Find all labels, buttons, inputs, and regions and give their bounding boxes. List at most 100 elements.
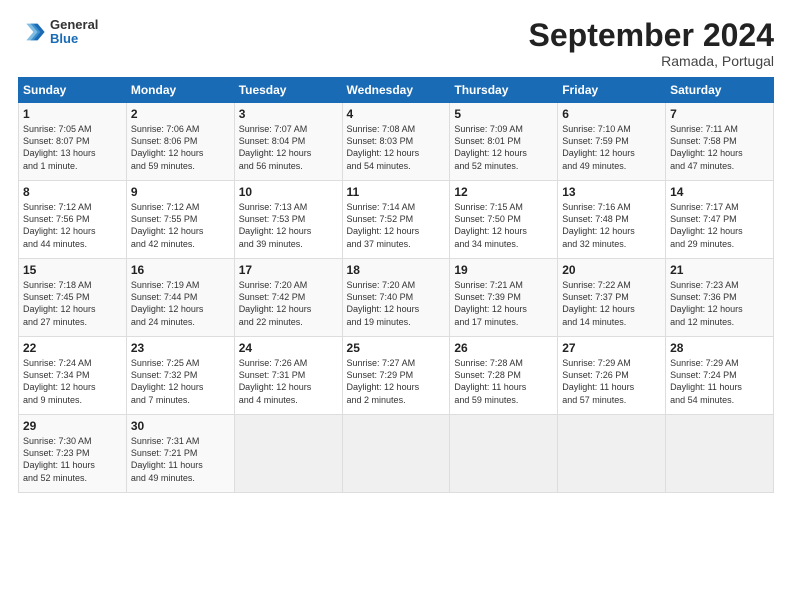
col-wednesday: Wednesday <box>342 78 450 103</box>
calendar-cell: 6 Sunrise: 7:10 AM Sunset: 7:59 PM Daylig… <box>558 103 666 181</box>
day-number: 5 <box>454 107 553 121</box>
day-number: 3 <box>239 107 338 121</box>
col-monday: Monday <box>126 78 234 103</box>
calendar-cell: 29 Sunrise: 7:30 AM Sunset: 7:23 PM Dayli… <box>19 415 127 493</box>
day-number: 2 <box>131 107 230 121</box>
calendar-cell: 21 Sunrise: 7:23 AM Sunset: 7:36 PM Dayli… <box>666 259 774 337</box>
calendar-cell: 30Sunrise: 7:31 AM Sunset: 7:21 PM Dayli… <box>126 415 234 493</box>
calendar-cell: 22Sunrise: 7:24 AM Sunset: 7:34 PM Dayli… <box>19 337 127 415</box>
calendar-cell: 27 Sunrise: 7:29 AM Sunset: 7:26 PM Dayli… <box>558 337 666 415</box>
month-title: September 2024 <box>529 18 774 53</box>
calendar-cell: 16Sunrise: 7:19 AM Sunset: 7:44 PM Dayli… <box>126 259 234 337</box>
col-friday: Friday <box>558 78 666 103</box>
day-number: 23 <box>131 341 230 355</box>
day-number: 24 <box>239 341 338 355</box>
col-tuesday: Tuesday <box>234 78 342 103</box>
calendar-cell: 13 Sunrise: 7:16 AM Sunset: 7:48 PM Dayli… <box>558 181 666 259</box>
day-info: Sunrise: 7:18 AM Sunset: 7:45 PM Dayligh… <box>23 279 122 328</box>
day-info: Sunrise: 7:06 AM Sunset: 8:06 PM Dayligh… <box>131 123 230 172</box>
calendar-cell: 17 Sunrise: 7:20 AM Sunset: 7:42 PM Dayli… <box>234 259 342 337</box>
calendar-cell: 7Sunrise: 7:11 AM Sunset: 7:58 PM Daylig… <box>666 103 774 181</box>
title-section: September 2024 Ramada, Portugal <box>529 18 774 69</box>
calendar-cell: 4 Sunrise: 7:08 AM Sunset: 8:03 PM Daylig… <box>342 103 450 181</box>
day-info: Sunrise: 7:27 AM Sunset: 7:29 PM Dayligh… <box>347 357 446 406</box>
day-info: Sunrise: 7:07 AM Sunset: 8:04 PM Dayligh… <box>239 123 338 172</box>
header-row: Sunday Monday Tuesday Wednesday Thursday… <box>19 78 774 103</box>
day-number: 29 <box>23 419 122 433</box>
day-number: 13 <box>562 185 661 199</box>
day-info: Sunrise: 7:14 AM Sunset: 7:52 PM Dayligh… <box>347 201 446 250</box>
calendar-cell: 19 Sunrise: 7:21 AM Sunset: 7:39 PM Dayli… <box>450 259 558 337</box>
calendar-week-row-3: 15 Sunrise: 7:18 AM Sunset: 7:45 PM Dayli… <box>19 259 774 337</box>
calendar-cell <box>666 415 774 493</box>
col-saturday: Saturday <box>666 78 774 103</box>
calendar-cell: 14 Sunrise: 7:17 AM Sunset: 7:47 PM Dayli… <box>666 181 774 259</box>
day-info: Sunrise: 7:08 AM Sunset: 8:03 PM Dayligh… <box>347 123 446 172</box>
day-number: 30 <box>131 419 230 433</box>
day-info: Sunrise: 7:16 AM Sunset: 7:48 PM Dayligh… <box>562 201 661 250</box>
day-info: Sunrise: 7:29 AM Sunset: 7:26 PM Dayligh… <box>562 357 661 406</box>
day-info: Sunrise: 7:13 AM Sunset: 7:53 PM Dayligh… <box>239 201 338 250</box>
calendar-cell: 10 Sunrise: 7:13 AM Sunset: 7:53 PM Dayli… <box>234 181 342 259</box>
day-number: 20 <box>562 263 661 277</box>
calendar-cell <box>234 415 342 493</box>
day-info: Sunrise: 7:21 AM Sunset: 7:39 PM Dayligh… <box>454 279 553 328</box>
day-info: Sunrise: 7:26 AM Sunset: 7:31 PM Dayligh… <box>239 357 338 406</box>
calendar-cell: 25Sunrise: 7:27 AM Sunset: 7:29 PM Dayli… <box>342 337 450 415</box>
calendar-cell: 26 Sunrise: 7:28 AM Sunset: 7:28 PM Dayli… <box>450 337 558 415</box>
day-info: Sunrise: 7:12 AM Sunset: 7:55 PM Dayligh… <box>131 201 230 250</box>
calendar-cell: 8Sunrise: 7:12 AM Sunset: 7:56 PM Daylig… <box>19 181 127 259</box>
calendar-cell: 1 Sunrise: 7:05 AM Sunset: 8:07 PM Daylig… <box>19 103 127 181</box>
day-info: Sunrise: 7:25 AM Sunset: 7:32 PM Dayligh… <box>131 357 230 406</box>
calendar-cell: 15 Sunrise: 7:18 AM Sunset: 7:45 PM Dayli… <box>19 259 127 337</box>
day-number: 11 <box>347 185 446 199</box>
day-number: 1 <box>23 107 122 121</box>
day-info: Sunrise: 7:10 AM Sunset: 7:59 PM Dayligh… <box>562 123 661 172</box>
calendar-cell: 11 Sunrise: 7:14 AM Sunset: 7:52 PM Dayli… <box>342 181 450 259</box>
day-info: Sunrise: 7:05 AM Sunset: 8:07 PM Dayligh… <box>23 123 122 172</box>
day-number: 15 <box>23 263 122 277</box>
day-info: Sunrise: 7:30 AM Sunset: 7:23 PM Dayligh… <box>23 435 122 484</box>
day-number: 17 <box>239 263 338 277</box>
day-number: 14 <box>670 185 769 199</box>
col-sunday: Sunday <box>19 78 127 103</box>
day-info: Sunrise: 7:28 AM Sunset: 7:28 PM Dayligh… <box>454 357 553 406</box>
calendar-table: Sunday Monday Tuesday Wednesday Thursday… <box>18 77 774 493</box>
day-info: Sunrise: 7:20 AM Sunset: 7:40 PM Dayligh… <box>347 279 446 328</box>
day-number: 22 <box>23 341 122 355</box>
day-info: Sunrise: 7:17 AM Sunset: 7:47 PM Dayligh… <box>670 201 769 250</box>
logo: General Blue <box>18 18 98 47</box>
day-number: 19 <box>454 263 553 277</box>
calendar-cell: 3 Sunrise: 7:07 AM Sunset: 8:04 PM Daylig… <box>234 103 342 181</box>
calendar-cell <box>558 415 666 493</box>
calendar-week-row-1: 1 Sunrise: 7:05 AM Sunset: 8:07 PM Daylig… <box>19 103 774 181</box>
day-info: Sunrise: 7:29 AM Sunset: 7:24 PM Dayligh… <box>670 357 769 406</box>
day-info: Sunrise: 7:23 AM Sunset: 7:36 PM Dayligh… <box>670 279 769 328</box>
calendar-cell: 18 Sunrise: 7:20 AM Sunset: 7:40 PM Dayli… <box>342 259 450 337</box>
day-info: Sunrise: 7:09 AM Sunset: 8:01 PM Dayligh… <box>454 123 553 172</box>
calendar-cell: 23 Sunrise: 7:25 AM Sunset: 7:32 PM Dayli… <box>126 337 234 415</box>
calendar-cell: 2 Sunrise: 7:06 AM Sunset: 8:06 PM Daylig… <box>126 103 234 181</box>
calendar-cell: 28Sunrise: 7:29 AM Sunset: 7:24 PM Dayli… <box>666 337 774 415</box>
col-thursday: Thursday <box>450 78 558 103</box>
logo-blue: Blue <box>50 32 98 46</box>
day-number: 21 <box>670 263 769 277</box>
day-info: Sunrise: 7:22 AM Sunset: 7:37 PM Dayligh… <box>562 279 661 328</box>
day-number: 18 <box>347 263 446 277</box>
logo-icon <box>18 18 46 46</box>
day-number: 10 <box>239 185 338 199</box>
day-number: 6 <box>562 107 661 121</box>
day-number: 26 <box>454 341 553 355</box>
day-number: 16 <box>131 263 230 277</box>
day-number: 9 <box>131 185 230 199</box>
calendar-cell <box>342 415 450 493</box>
calendar-week-row-4: 22Sunrise: 7:24 AM Sunset: 7:34 PM Dayli… <box>19 337 774 415</box>
day-info: Sunrise: 7:20 AM Sunset: 7:42 PM Dayligh… <box>239 279 338 328</box>
day-number: 4 <box>347 107 446 121</box>
day-number: 27 <box>562 341 661 355</box>
calendar-cell: 5 Sunrise: 7:09 AM Sunset: 8:01 PM Daylig… <box>450 103 558 181</box>
day-number: 7 <box>670 107 769 121</box>
calendar-cell: 9 Sunrise: 7:12 AM Sunset: 7:55 PM Daylig… <box>126 181 234 259</box>
calendar-cell: 24 Sunrise: 7:26 AM Sunset: 7:31 PM Dayli… <box>234 337 342 415</box>
calendar-week-row-2: 8Sunrise: 7:12 AM Sunset: 7:56 PM Daylig… <box>19 181 774 259</box>
